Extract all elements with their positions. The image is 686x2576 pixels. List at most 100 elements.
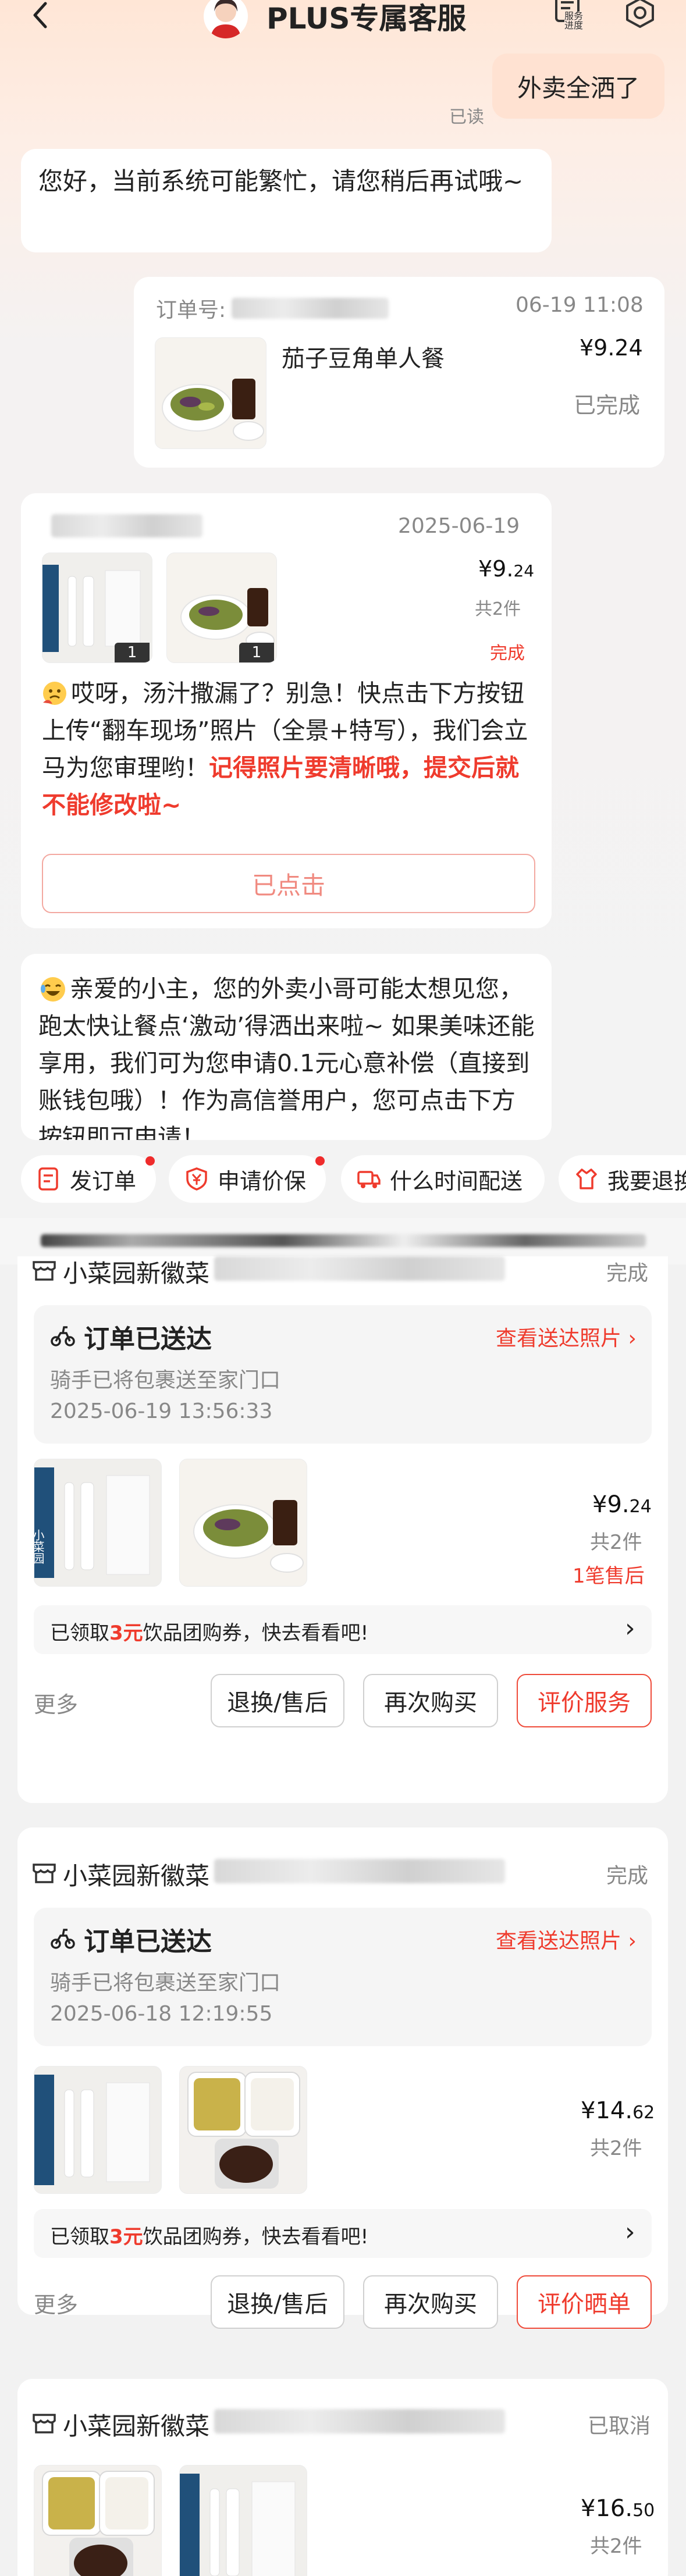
quick-actions-bar: 发订单 申请价保 什么时间配送 我要退换 (0, 1155, 686, 1207)
back-icon[interactable] (23, 0, 58, 35)
service-progress-icon[interactable]: 服务 进度 (553, 0, 588, 35)
product-thumbnail (155, 337, 266, 449)
chevron-right-icon: › (625, 2217, 635, 2247)
item-thumbnail-meal (34, 2465, 162, 2576)
item-thumbnail-meal: 1 (166, 553, 277, 663)
delivery-panel: 订单已送达 查看送达照片 › 骑手已将包裹送至家门口 2025-06-18 12… (34, 1908, 652, 2046)
shop-name: 小菜园新徽菜 (63, 2412, 210, 2440)
notification-dot (145, 1156, 155, 1166)
quick-action-label: 我要退换 (607, 1168, 686, 1194)
order-price: ¥9.24 (592, 1491, 652, 1518)
quick-action-label: 申请价保 (218, 1168, 307, 1194)
order-status: 已取消 (588, 2414, 651, 2438)
coupon-pre: 已领取 (50, 2225, 109, 2249)
coupon-post: 饮品团购券，快去看看吧! (143, 2225, 369, 2249)
coupon-amount: 3元 (109, 1622, 143, 1645)
service-progress-label: 服务 进度 (564, 10, 584, 31)
delivery-title: 订单已送达 (84, 1324, 212, 1354)
status-bar-redacted (41, 1234, 646, 1247)
read-status: 已读 (449, 107, 484, 127)
item-thumbnail-cutlery: 1 (42, 553, 152, 663)
quick-action-delivery-time[interactable]: 什么时间配送 (341, 1155, 545, 1203)
yen-shield-icon (186, 1167, 207, 1191)
brand-text: 小菜园 (34, 1529, 45, 1564)
selection-price-cents: 24 (513, 561, 535, 580)
avatar (204, 0, 248, 38)
shop-branch-redacted (214, 2409, 505, 2434)
chevron-right-icon: › (628, 1327, 637, 1351)
order-price-main: ¥9. (592, 1491, 630, 1518)
header: PLUS专属客服 服务 进度 (0, 0, 686, 41)
order-icon (38, 1167, 58, 1191)
order-selection-card: 2025-06-19 1 1 ¥9.24 共2件 完成 哎呀，汤汁撒漏了？别急！… (21, 493, 552, 928)
item-qty-badge: 1 (115, 643, 150, 662)
quick-action-return[interactable]: 我要退换 (559, 1155, 686, 1203)
order-card[interactable]: 小菜园新徽菜 已取消 ¥16.50 共2件 (17, 2379, 668, 2576)
return-after-sale-button[interactable]: 退换/售后 (211, 1674, 344, 1727)
delivery-time: 2025-06-19 13:56:33 (50, 1399, 273, 1423)
product-price: ¥9.24 (580, 335, 643, 361)
coupon-banner[interactable]: 已领取3元饮品团购券，快去看看吧! › (34, 2209, 652, 2258)
chevron-right-icon: › (625, 1613, 635, 1643)
order-price-cents: 50 (632, 2500, 655, 2521)
order-price: ¥16.50 (581, 2495, 655, 2522)
order-card[interactable]: 小菜园新徽菜 完成 订单已送达 查看送达照片 › 骑手已将包裹送至家门口 202… (17, 1256, 668, 1803)
notification-dot (315, 1156, 325, 1166)
selection-price-main: ¥9. (478, 556, 514, 582)
order-number-label: 订单号: (156, 298, 226, 322)
delivery-title: 订单已送达 (84, 1927, 212, 1957)
rate-service-button[interactable]: 评价服务 (517, 1674, 652, 1727)
buy-again-button[interactable]: 再次购买 (363, 2275, 498, 2329)
view-delivery-photos-link[interactable]: 查看送达照片 › (496, 1924, 637, 1954)
shared-order-card[interactable]: 订单号: 06-19 11:08 茄子豆角单人餐 ¥9.24 已完成 (134, 277, 664, 468)
spill-help-message: 哎呀，汤汁撒漏了？别急！快点击下方按钮上传“翻车现场”照片（全景+特写），我们会… (42, 675, 540, 824)
view-delivery-photos-label: 查看送达照片 (496, 1327, 622, 1351)
order-card[interactable]: 小菜园新徽菜 完成 订单已送达 查看送达照片 › 骑手已将包裹送至家门口 202… (17, 1827, 668, 2329)
return-icon (576, 1168, 597, 1189)
delivery-subtitle: 骑手已将包裹送至家门口 (50, 1971, 281, 1995)
order-status: 完成 (606, 1262, 649, 1285)
order-item-count: 共2件 (590, 2535, 642, 2558)
delivery-panel: 订单已送达 查看送达照片 › 骑手已将包裹送至家门口 2025-06-19 13… (34, 1305, 652, 1444)
selection-status: 完成 (490, 643, 525, 664)
order-time: 06-19 11:08 (516, 293, 644, 317)
after-sale-count: 1笔售后 (573, 1565, 645, 1588)
buy-again-button[interactable]: 再次购买 (363, 1674, 498, 1727)
coupon-post: 饮品团购券，快去看看吧! (143, 1622, 369, 1645)
item-thumbnail-cutlery (179, 2465, 307, 2576)
rate-share-button[interactable]: 评价晒单 (517, 2275, 652, 2329)
view-delivery-photos-link[interactable]: 查看送达照片 › (496, 1321, 637, 1352)
system-message-text: 您好，当前系统可能繁忙，请您稍后再试哦~ (38, 167, 524, 195)
more-link[interactable]: 更多 (34, 1687, 78, 1719)
return-after-sale-button[interactable]: 退换/售后 (211, 2275, 344, 2329)
quick-action-send-order[interactable]: 发订单 (21, 1155, 156, 1203)
item-qty-badge: 1 (239, 643, 274, 662)
shop-icon (31, 1859, 57, 1884)
more-link[interactable]: 更多 (34, 2287, 78, 2319)
coupon-banner[interactable]: 已领取3元饮品团购券，快去看看吧! › (34, 1605, 652, 1654)
order-price-main: ¥14. (581, 2097, 633, 2124)
item-thumbnail-cutlery: 小菜园 (34, 1459, 162, 1587)
coupon-text: 已领取3元饮品团购券，快去看看吧! (50, 2221, 368, 2249)
view-delivery-photos-label: 查看送达照片 (496, 1929, 622, 1953)
shop-name-redacted (51, 514, 202, 537)
user-message-bubble: 外卖全洒了 (492, 54, 664, 119)
shop-name: 小菜园新徽菜 (63, 1862, 210, 1890)
order-item-count: 共2件 (590, 1531, 642, 1554)
order-price: ¥14.62 (581, 2097, 655, 2124)
shop-branch-redacted (214, 1256, 505, 1281)
settings-icon[interactable] (623, 0, 657, 31)
product-name: 茄子豆角单人餐 (282, 345, 445, 372)
compensation-message-bubble: 亲爱的小主，您的外卖小哥可能太想见您，跑太快让餐点‘激动’得洒出来啦~ 如果美味… (21, 954, 552, 1140)
item-thumbnail-meal (179, 1459, 307, 1587)
already-clicked-button[interactable]: 已点击 (42, 854, 535, 913)
order-item-count: 共2件 (590, 2137, 642, 2160)
order-status: 已完成 (574, 393, 641, 418)
selection-price: ¥9.24 (478, 556, 534, 582)
shop-icon (31, 2409, 57, 2435)
quick-action-price-protect[interactable]: 申请价保 (169, 1155, 326, 1203)
truck-icon (357, 1171, 381, 1188)
system-message-bubble: 您好，当前系统可能繁忙，请您稍后再试哦~ (21, 149, 552, 252)
rider-icon (51, 1326, 75, 1346)
item-thumbnail-cutlery (34, 2066, 162, 2194)
